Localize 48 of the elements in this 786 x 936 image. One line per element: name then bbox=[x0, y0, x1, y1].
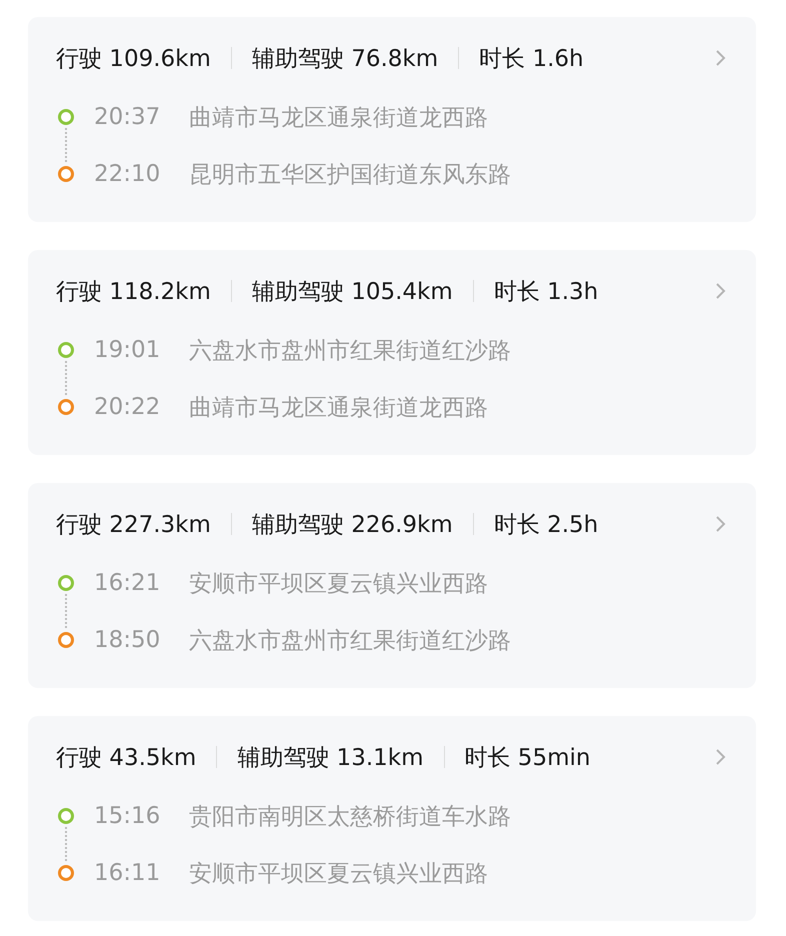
trip-card[interactable]: 行驶 43.5km 辅助驾驶 13.1km 时长 55min 15:16 贵阳市南明区太慈桥街道车水路 16:11 安顺市平坝区夏云镇兴业西路 bbox=[28, 716, 756, 921]
stop-address: 曲靖市马龙区通泉街道龙西路 bbox=[189, 394, 488, 422]
start-point-icon bbox=[58, 342, 74, 358]
dotted-connector bbox=[65, 128, 67, 162]
stop-time: 20:22 bbox=[94, 394, 162, 420]
end-point-icon bbox=[58, 399, 74, 415]
stop-address: 昆明市五华区护国街道东风东路 bbox=[189, 160, 511, 190]
stop-address: 贵阳市南明区太慈桥街道车水路 bbox=[189, 802, 511, 832]
trip-stat: 辅助驾驶 105.4km bbox=[252, 278, 453, 306]
chevron-right-icon[interactable] bbox=[714, 48, 728, 68]
stop-time: 18:50 bbox=[94, 627, 162, 653]
stop-time: 16:21 bbox=[94, 570, 162, 596]
trip-stat: 行驶 227.3km bbox=[56, 510, 211, 540]
stop-address: 曲靖市马龙区通泉街道龙西路 bbox=[189, 104, 488, 132]
end-point-icon bbox=[58, 865, 74, 881]
trip-stat: 时长 1.3h bbox=[494, 278, 598, 306]
start-point-icon bbox=[58, 575, 74, 591]
trip-card[interactable]: 行驶 227.3km 辅助驾驶 226.9km 时长 2.5h 16:21 安顺市平坝区夏云镇兴业西路 18:50 六盘水市盘州市红果街道红沙路 bbox=[28, 483, 756, 688]
trip-stat: 辅助驾驶 226.9km bbox=[252, 510, 453, 540]
stop-address: 安顺市平坝区夏云镇兴业西路 bbox=[189, 570, 488, 598]
trip-stat: 时长 55min bbox=[464, 744, 590, 772]
stop-address: 六盘水市盘州市红果街道红沙路 bbox=[189, 626, 511, 656]
dotted-connector bbox=[65, 361, 67, 395]
stop-time: 19:01 bbox=[94, 337, 162, 363]
stop-address: 安顺市平坝区夏云镇兴业西路 bbox=[189, 860, 488, 888]
stop-time: 22:10 bbox=[94, 161, 162, 187]
trip-stat: 行驶 109.6km bbox=[56, 44, 211, 74]
chevron-right-icon[interactable] bbox=[714, 281, 728, 301]
stop-time: 16:11 bbox=[94, 860, 162, 886]
stop-address: 六盘水市盘州市红果街道红沙路 bbox=[189, 336, 511, 366]
trip-stat: 辅助驾驶 76.8km bbox=[252, 44, 438, 74]
end-point-icon bbox=[58, 166, 74, 182]
stop-time: 15:16 bbox=[94, 803, 162, 829]
start-point-icon bbox=[58, 109, 74, 125]
trip-card[interactable]: 行驶 118.2km 辅助驾驶 105.4km 时长 1.3h 19:01 六盘水市盘州市红果街道红沙路 20:22 曲靖市马龙区通泉街道龙西路 bbox=[28, 250, 756, 455]
trip-stat: 行驶 43.5km bbox=[56, 744, 196, 772]
trip-stat: 时长 2.5h bbox=[494, 510, 598, 540]
trip-stat: 时长 1.6h bbox=[479, 44, 584, 74]
end-point-icon bbox=[58, 632, 74, 648]
trip-stat: 行驶 118.2km bbox=[56, 278, 211, 306]
chevron-right-icon[interactable] bbox=[714, 514, 728, 534]
start-point-icon bbox=[58, 808, 74, 824]
dotted-connector bbox=[65, 827, 67, 861]
dotted-connector bbox=[65, 594, 67, 628]
trip-card[interactable]: 行驶 109.6km 辅助驾驶 76.8km 时长 1.6h 20:37 曲靖市马龙区通泉街道龙西路 22:10 昆明市五华区护国街道东风东路 bbox=[28, 17, 756, 222]
chevron-right-icon[interactable] bbox=[714, 747, 728, 767]
trip-stat: 辅助驾驶 13.1km bbox=[237, 744, 424, 772]
stop-time: 20:37 bbox=[94, 104, 162, 130]
